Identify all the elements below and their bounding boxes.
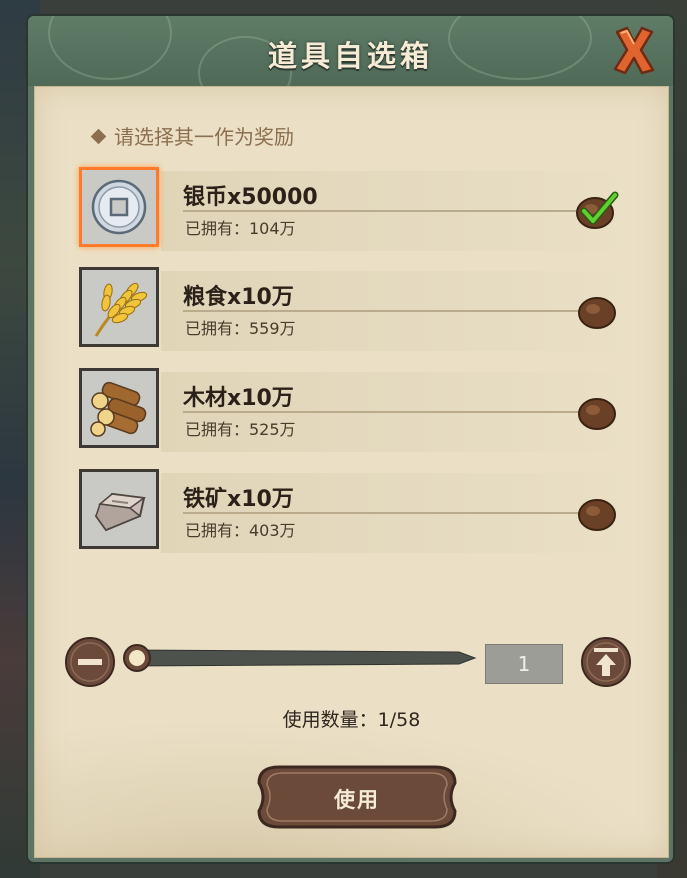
- divider: [183, 210, 583, 212]
- item-select-dialog: 道具自选箱 请选择其一作为奖励 银币x50000 已拥有：104万 粮食x10万…: [28, 16, 673, 862]
- divider: [183, 512, 583, 514]
- item-name: 木材x10万: [183, 386, 294, 411]
- prompt-label: 请选择其一作为奖励: [114, 125, 294, 149]
- item-icon-frame: [79, 167, 159, 247]
- reward-panel: 请选择其一作为奖励 银币x50000 已拥有：104万 粮食x10万 已拥有：5…: [34, 86, 669, 858]
- item-name: 铁矿x10万: [183, 487, 294, 512]
- divider: [183, 310, 583, 312]
- wood-logs-icon: [82, 371, 156, 445]
- max-bar-icon: [594, 648, 618, 652]
- silver-coin-icon: [82, 170, 156, 244]
- dialog-header: 道具自选箱: [28, 16, 673, 86]
- slider-handle: [123, 644, 151, 672]
- reward-option-silver[interactable]: 银币x50000 已拥有：104万: [79, 167, 635, 253]
- reward-option-iron[interactable]: 铁矿x10万 已拥有：403万: [79, 469, 635, 555]
- iron-ingot-icon: [82, 472, 156, 546]
- item-owned: 已拥有：559万: [185, 319, 296, 338]
- item-name: 银币x50000: [183, 185, 318, 210]
- diamond-bullet-icon: [90, 128, 107, 145]
- reward-option-wood[interactable]: 木材x10万 已拥有：525万: [79, 368, 635, 454]
- item-owned: 已拥有：403万: [185, 521, 296, 540]
- unchecked-radio-icon[interactable]: [575, 493, 619, 533]
- item-icon-frame: [79, 469, 159, 549]
- minus-icon: [78, 659, 102, 665]
- unchecked-radio-icon[interactable]: [575, 291, 619, 331]
- max-button[interactable]: [579, 635, 633, 689]
- item-icon-frame: [79, 368, 159, 448]
- use-button[interactable]: 使用: [255, 763, 459, 831]
- quantity-slider[interactable]: [119, 643, 479, 673]
- wheat-icon: [82, 270, 156, 344]
- item-owned: 已拥有：104万: [185, 219, 296, 238]
- dialog-title: 道具自选箱: [267, 39, 433, 73]
- prompt-text: 请选择其一作为奖励: [90, 121, 294, 150]
- decrease-button[interactable]: [63, 635, 117, 689]
- item-name: 粮食x10万: [183, 285, 294, 310]
- reward-option-grain[interactable]: 粮食x10万 已拥有：559万: [79, 267, 635, 353]
- checked-radio-icon[interactable]: [575, 191, 619, 231]
- item-owned: 已拥有：525万: [185, 420, 296, 439]
- item-icon-frame: [79, 267, 159, 347]
- use-button-label: 使用: [334, 788, 380, 812]
- usage-count-text: 使用数量：1/58: [282, 709, 421, 731]
- unchecked-radio-icon[interactable]: [575, 392, 619, 432]
- close-x-icon[interactable]: [611, 24, 657, 76]
- quantity-input[interactable]: 1: [485, 644, 563, 684]
- divider: [183, 411, 583, 413]
